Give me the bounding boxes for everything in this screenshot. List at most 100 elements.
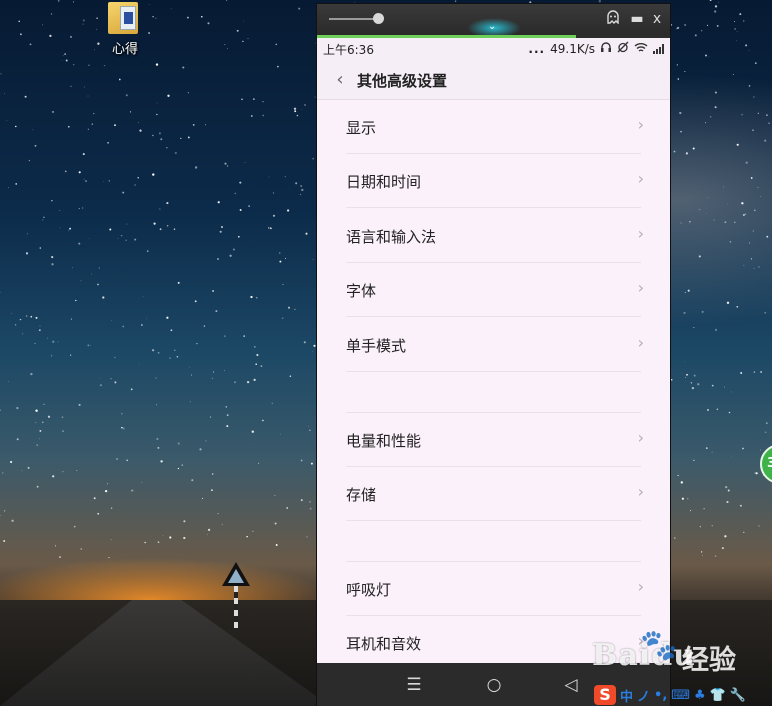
star (284, 257, 287, 259)
star (726, 500, 729, 504)
settings-item-language-input[interactable]: 语言和输入法 › (317, 209, 670, 263)
star (42, 219, 44, 221)
star (736, 31, 738, 32)
settings-item-battery-performance[interactable]: 电量和性能 › (317, 413, 670, 467)
star (706, 212, 708, 214)
star (156, 437, 159, 441)
star (114, 356, 116, 358)
star (122, 427, 125, 430)
star (126, 223, 128, 225)
star (57, 341, 59, 343)
star (97, 283, 99, 286)
star (273, 192, 274, 194)
star (207, 534, 208, 536)
minimize-button[interactable]: ▬ (628, 10, 646, 28)
star (55, 545, 56, 547)
star (702, 554, 703, 556)
star (78, 208, 80, 210)
star (277, 66, 279, 68)
desktop-icon-label: 心得 (111, 42, 138, 57)
star (279, 252, 281, 254)
star (706, 24, 709, 26)
star (67, 125, 70, 128)
star (102, 296, 105, 299)
star (169, 536, 172, 539)
star (209, 416, 212, 418)
star (740, 372, 743, 374)
settings-item-storage[interactable]: 存储 › (317, 467, 670, 521)
star (699, 526, 701, 528)
star (255, 363, 258, 366)
star (221, 226, 223, 228)
wrench-icon[interactable]: 🔧 (730, 688, 746, 703)
star (29, 43, 32, 46)
star (736, 305, 739, 308)
star (287, 306, 291, 309)
star (286, 507, 289, 509)
star (750, 177, 753, 179)
chevron-right-icon: › (637, 278, 644, 297)
settings-item-display[interactable]: 显示 › (317, 100, 670, 154)
star (9, 460, 13, 464)
star (701, 30, 703, 32)
settings-header: ‹ 其他高级设置 (317, 60, 670, 100)
star (219, 230, 222, 233)
star (152, 15, 154, 18)
menu-icon[interactable]: ☰ (402, 673, 426, 697)
star (181, 464, 184, 466)
star (27, 466, 30, 469)
back-triangle-icon[interactable]: ◁ (559, 673, 583, 697)
star (159, 228, 162, 231)
star (52, 111, 54, 113)
star (299, 193, 302, 196)
star (272, 214, 276, 217)
home-icon[interactable]: ○ (482, 673, 506, 697)
ime-language-toggle[interactable]: 中 (620, 686, 633, 705)
star (156, 113, 158, 116)
star (141, 482, 143, 483)
back-button[interactable]: ‹ (329, 68, 351, 92)
star (158, 132, 161, 135)
ime-skin-icon[interactable]: ♣ (694, 688, 706, 703)
star (15, 183, 18, 185)
star (76, 469, 78, 472)
sogou-logo-icon[interactable]: S (594, 685, 616, 705)
star (699, 208, 701, 211)
star (680, 222, 682, 224)
settings-item-breathing-light[interactable]: 呼吸灯 › (317, 562, 670, 616)
zoom-slider-knob[interactable] (373, 13, 384, 24)
star (765, 422, 768, 425)
star (205, 124, 207, 126)
star (271, 402, 274, 405)
star (62, 471, 64, 473)
star (305, 232, 308, 235)
keyboard-icon[interactable]: ⌨ (671, 688, 690, 703)
star (62, 55, 64, 57)
page-title: 其他高级设置 (357, 72, 448, 90)
settings-item-date-time[interactable]: 日期和时间 › (317, 154, 670, 208)
star (229, 254, 232, 257)
star (282, 284, 284, 286)
ghost-icon[interactable] (604, 10, 622, 28)
close-button[interactable]: x (648, 10, 666, 28)
window-titlebar[interactable]: ⌄ ▬ x (317, 4, 670, 38)
ime-moon-icon[interactable]: ノ (637, 686, 650, 705)
settings-item-font[interactable]: 字体 › (317, 263, 670, 317)
star (693, 327, 695, 328)
star (14, 324, 17, 326)
ime-punctuation-icon[interactable]: •, (654, 688, 667, 703)
settings-item-one-hand-mode[interactable]: 单手模式 › (317, 318, 670, 372)
star (108, 180, 111, 182)
star (309, 507, 312, 510)
desktop-icon-xinde[interactable]: 心得 (100, 0, 150, 60)
star (681, 497, 685, 500)
star (169, 357, 171, 359)
star (35, 409, 38, 412)
star (91, 273, 92, 275)
phone-mirror-window: ⌄ ▬ x 上午6:36 ... 49.1K/s ‹ 其他高级设置 显示 › 日… (316, 3, 671, 706)
shirt-icon[interactable]: 👕 (710, 688, 726, 703)
star (217, 258, 219, 260)
star (139, 129, 142, 132)
settings-item-label: 呼吸灯 (346, 581, 392, 599)
star (10, 313, 12, 314)
